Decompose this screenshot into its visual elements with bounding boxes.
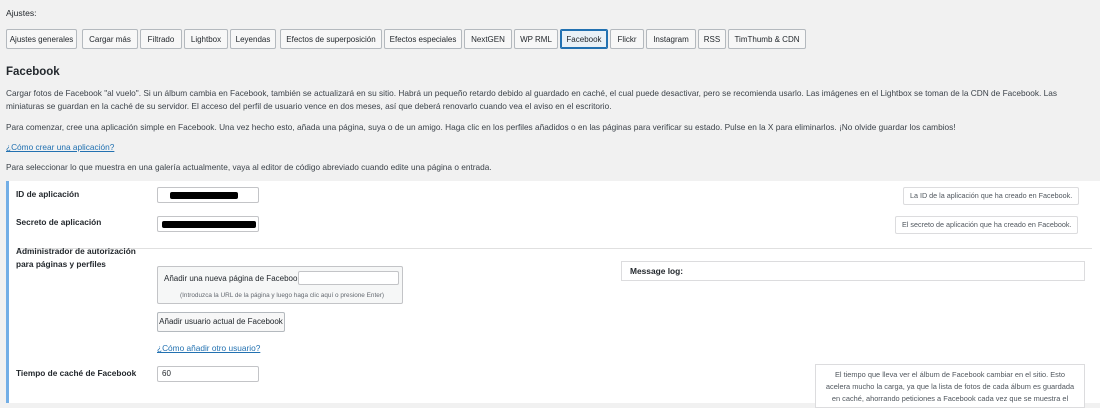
cache-time-input[interactable]: 60 <box>157 366 259 382</box>
tab-facebook[interactable]: Facebook <box>560 29 608 49</box>
tab-timthumb-cdn[interactable]: TimThumb & CDN <box>728 29 806 49</box>
add-current-user-button[interactable]: Añadir usuario actual de Facebook <box>157 312 285 332</box>
app-secret-hint: El secreto de aplicación que ha creado e… <box>895 216 1079 234</box>
facebook-settings-panel: ID de aplicación La ID de la aplicación … <box>6 181 1100 408</box>
tab-leyendas[interactable]: Leyendas <box>230 29 276 49</box>
description-paragraph: Cargar fotos de Facebook "al vuelo". Si … <box>6 88 1058 111</box>
section-title: Facebook <box>6 66 60 78</box>
cache-time-hint: El tiempo que lleva ver el álbum de Face… <box>815 364 1085 408</box>
add-other-user-link[interactable]: ¿Cómo añadir otro usuario? <box>157 343 260 353</box>
add-page-label: Añadir una nueva página de Facebook <box>164 274 302 283</box>
tab-lightbox[interactable]: Lightbox <box>184 29 228 49</box>
add-page-box: Añadir una nueva página de Facebook (Int… <box>157 266 403 304</box>
tab-filtrado[interactable]: Filtrado <box>140 29 182 49</box>
auth-admin-label: Administrador de autorización para págin… <box>16 246 136 269</box>
redaction-mark <box>162 221 256 228</box>
tab-wp-rml[interactable]: WP RML <box>514 29 558 49</box>
message-log: Message log: <box>621 261 1085 281</box>
tab-ajustes-generales[interactable]: Ajustes generales <box>6 29 77 49</box>
add-page-url-input[interactable] <box>298 271 399 285</box>
tab-rss[interactable]: RSS <box>698 29 726 49</box>
app-id-hint: La ID de la aplicación que ha creado en … <box>903 187 1080 205</box>
instructions-paragraph: Para comenzar, cree una aplicación simpl… <box>6 122 956 132</box>
tab-instagram[interactable]: Instagram <box>646 29 696 49</box>
redaction-mark <box>170 192 238 199</box>
create-app-link[interactable]: ¿Cómo crear una aplicación? <box>6 142 114 152</box>
app-id-label: ID de aplicación <box>16 189 80 199</box>
tab-nextgen[interactable]: NextGEN <box>464 29 512 49</box>
tab-efectos-superposicion[interactable]: Efectos de superposición <box>280 29 382 49</box>
settings-heading: Ajustes: <box>6 8 37 18</box>
tab-efectos-especiales[interactable]: Efectos especiales <box>384 29 462 49</box>
divider <box>17 248 1092 249</box>
add-page-note: (Introduzca la URL de la página y luego … <box>180 292 385 299</box>
tab-cargar-mas[interactable]: Cargar más <box>82 29 138 49</box>
app-secret-label: Secreto de aplicación <box>16 217 102 227</box>
app-id-input[interactable] <box>157 187 259 203</box>
tab-flickr[interactable]: Flickr <box>610 29 644 49</box>
cache-time-label: Tiempo de caché de Facebook <box>16 368 137 378</box>
app-secret-input[interactable] <box>157 216 259 232</box>
gallery-selection-paragraph: Para seleccionar lo que muestra en una g… <box>6 162 492 172</box>
